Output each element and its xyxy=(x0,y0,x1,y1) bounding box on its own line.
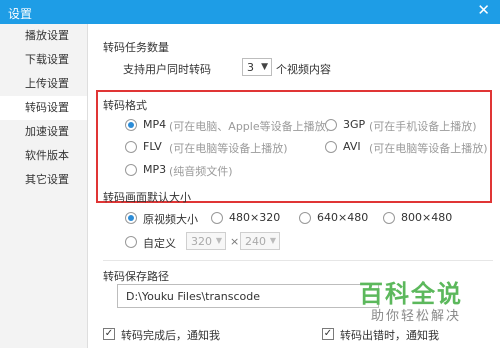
task-count-heading: 转码任务数量 xyxy=(103,41,169,54)
section-divider xyxy=(103,260,493,261)
sidebar-item-transcode[interactable]: 转码设置 xyxy=(0,96,87,120)
sidebar-item-acceleration[interactable]: 加速设置 xyxy=(0,120,87,144)
watermark-subtitle: 助你轻松解决 xyxy=(371,309,462,324)
sidebar-item-version[interactable]: 软件版本 xyxy=(0,144,87,168)
close-icon[interactable]: ✕ xyxy=(477,3,490,18)
format-heading: 转码格式 xyxy=(103,99,147,112)
format-mp4-name: MP4 xyxy=(143,118,167,131)
format-flv-radio[interactable] xyxy=(125,141,137,153)
resolution-480x320-radio[interactable] xyxy=(211,212,223,224)
notify-done-label: 转码完成后，通知我 xyxy=(121,329,220,342)
chevron-down-icon: ▼ xyxy=(215,236,222,245)
save-path-value: D:\Youku Files\transcode xyxy=(126,290,260,303)
sidebar-item-playback[interactable]: 播放设置 xyxy=(0,24,87,48)
format-mp3-name: MP3 xyxy=(143,163,167,176)
format-mp4-radio[interactable] xyxy=(125,119,137,131)
save-path-heading: 转码保存路径 xyxy=(103,270,169,283)
resolution-640x480-radio[interactable] xyxy=(299,212,311,224)
custom-height-spinner[interactable]: 240 ▼ xyxy=(240,232,280,250)
sidebar-item-upload[interactable]: 上传设置 xyxy=(0,72,87,96)
task-count-value: 3 xyxy=(247,61,254,74)
resolution-heading: 转码画面默认大小 xyxy=(103,191,191,204)
notify-done-checkbox[interactable]: ✓ xyxy=(103,328,115,340)
notify-error-label: 转码出错时，通知我 xyxy=(340,329,439,342)
notify-error-checkbox[interactable]: ✓ xyxy=(322,328,334,340)
resolution-800x480-label: 800×480 xyxy=(401,211,453,224)
chevron-down-icon: ▼ xyxy=(269,236,276,245)
format-mp3-radio[interactable] xyxy=(125,164,137,176)
resolution-640x480-label: 640×480 xyxy=(317,211,369,224)
custom-width-value: 320 xyxy=(191,235,212,248)
chevron-down-icon: ▼ xyxy=(261,62,268,72)
save-path-input[interactable]: D:\Youku Files\transcode xyxy=(117,284,379,308)
custom-width-spinner[interactable]: 320 ▼ xyxy=(186,232,226,250)
custom-height-value: 240 xyxy=(245,235,266,248)
format-mp4-hint: (可在电脑、Apple等设备上播放) xyxy=(169,120,330,133)
format-flv-name: FLV xyxy=(143,140,162,153)
resolution-original-label: 原视频大小 xyxy=(143,213,198,226)
watermark-title: 百科全说 xyxy=(359,280,463,308)
resolution-800x480-radio[interactable] xyxy=(383,212,395,224)
resolution-original-radio[interactable] xyxy=(125,212,137,224)
resolution-custom-label: 自定义 xyxy=(143,237,176,250)
task-count-prefix: 支持用户同时转码 xyxy=(123,63,211,76)
sidebar-item-other[interactable]: 其它设置 xyxy=(0,168,87,192)
title-bar: 设置 ✕ xyxy=(0,0,500,24)
format-mp3-hint: (纯音频文件) xyxy=(169,165,233,178)
task-count-select[interactable]: 3 ▼ xyxy=(242,58,272,76)
format-3gp-radio[interactable] xyxy=(325,119,337,131)
task-count-suffix: 个视频内容 xyxy=(276,63,331,76)
settings-panel: 转码任务数量 支持用户同时转码 3 ▼ 个视频内容 转码格式 MP4 (可在电脑… xyxy=(89,24,500,348)
format-3gp-hint: (可在手机设备上播放) xyxy=(369,120,477,133)
custom-times-sign: × xyxy=(230,235,240,248)
resolution-custom-radio[interactable] xyxy=(125,236,137,248)
window-title: 设置 xyxy=(8,7,33,21)
format-avi-name: AVI xyxy=(343,140,361,153)
format-avi-radio[interactable] xyxy=(325,141,337,153)
settings-sidebar: 播放设置 下载设置 上传设置 转码设置 加速设置 软件版本 其它设置 xyxy=(0,24,88,348)
sidebar-item-download[interactable]: 下载设置 xyxy=(0,48,87,72)
format-3gp-name: 3GP xyxy=(343,118,366,131)
format-avi-hint: (可在电脑等设备上播放) xyxy=(369,142,488,155)
format-flv-hint: (可在电脑等设备上播放) xyxy=(169,142,288,155)
resolution-480x320-label: 480×320 xyxy=(229,211,281,224)
